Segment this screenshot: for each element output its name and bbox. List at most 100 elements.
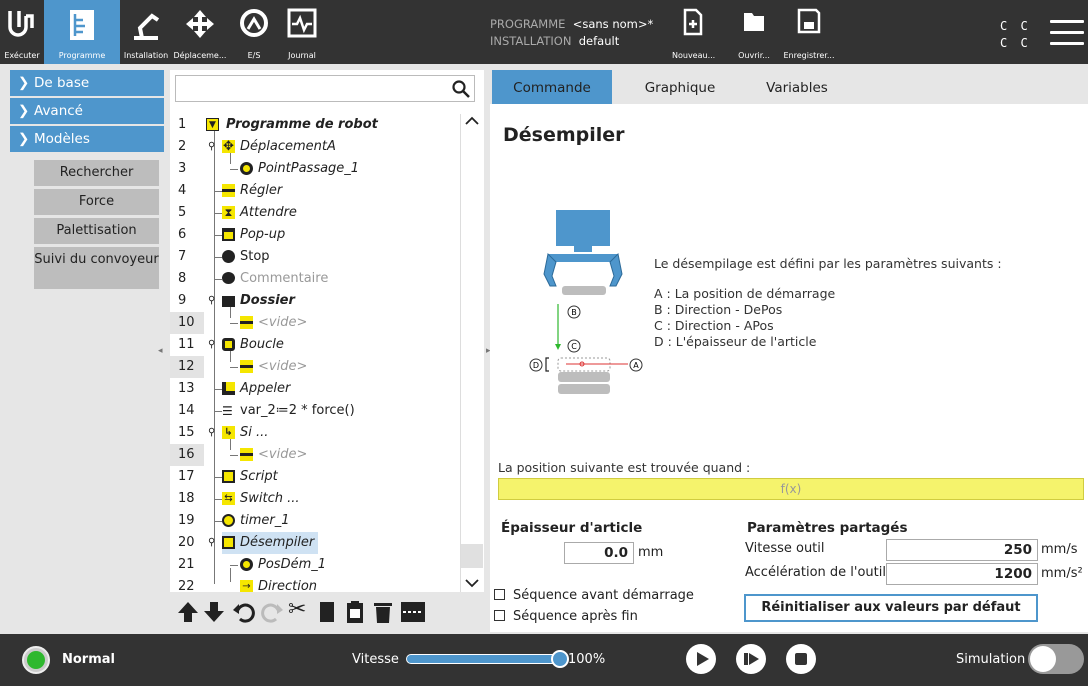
cut-icon[interactable]: ✂	[288, 597, 306, 622]
new-file-button[interactable]: Nouveau...	[672, 0, 715, 64]
checkbox-icon[interactable]	[494, 589, 505, 600]
tree-row[interactable]: 5 ⧗ Attendre	[170, 202, 460, 224]
thickness-input[interactable]: 0.0	[564, 542, 634, 564]
sidebar-header-advanced[interactable]: ❯ Avancé	[10, 98, 164, 124]
tree-scrollbar[interactable]	[460, 114, 483, 592]
paste-icon[interactable]	[344, 600, 366, 628]
nav-io[interactable]: E/S	[228, 0, 280, 64]
tree-node[interactable]: Désempiler	[222, 532, 318, 554]
play-button[interactable]	[686, 644, 716, 674]
sequence-after-checkbox[interactable]: Séquence après fin	[494, 609, 638, 624]
scrollbar-thumb[interactable]	[461, 544, 483, 568]
sidebar-header-templates[interactable]: ❯ Modèles	[10, 126, 164, 152]
tree-row[interactable]: 21 PosDém_1	[170, 554, 460, 576]
desc-intro: Le désempilage est défini par les paramè…	[654, 256, 1002, 271]
destack-description: Le désempilage est défini par les paramè…	[654, 256, 1002, 350]
nav-installation[interactable]: Installation	[120, 0, 172, 64]
save-disk-icon	[797, 8, 821, 34]
tool-speed-input[interactable]: 250	[886, 539, 1038, 561]
tab-graphics[interactable]: Graphique	[622, 70, 738, 104]
tree-row[interactable]: 7 Stop	[170, 246, 460, 268]
simulation-toggle[interactable]	[1028, 644, 1084, 674]
tree-row[interactable]: 17 Script	[170, 466, 460, 488]
stop-hand-icon	[222, 250, 235, 263]
nav-log-label: Journal	[288, 51, 316, 60]
sequence-before-checkbox[interactable]: Séquence avant démarrage	[494, 588, 694, 603]
desc-line: B : Direction - DePos	[654, 302, 783, 317]
tree-row[interactable]: 14 ☰ var_2≔2 * force()	[170, 400, 460, 422]
checkbox-icon[interactable]	[494, 610, 505, 621]
nav-program[interactable]: Programme	[44, 0, 120, 64]
move-down-icon[interactable]	[202, 600, 226, 628]
nav-move[interactable]: Déplaceme...	[172, 0, 228, 64]
chevron-down-icon[interactable]	[465, 578, 479, 588]
sidebar-header-label: Avancé	[34, 103, 83, 119]
tree-row[interactable]: 8 Commentaire	[170, 268, 460, 290]
sidebar-header-label: Modèles	[34, 131, 90, 147]
tree-row[interactable]: 1 ▼ Programme de robot	[170, 114, 460, 136]
speed-slider[interactable]	[406, 650, 569, 668]
expression-field[interactable]: f(x)	[498, 478, 1084, 500]
open-button[interactable]: Ouvrir...	[734, 0, 774, 64]
empty-icon	[240, 360, 253, 373]
nav-log[interactable]: Journal	[280, 0, 324, 64]
tree-row[interactable]: 15 ⚲ ↳ Si ...	[170, 422, 460, 444]
tree-row[interactable]: 11 ⚲ Boucle	[170, 334, 460, 356]
pin-icon: ⚲	[208, 339, 216, 350]
tree-row[interactable]: 3 PointPassage_1	[170, 158, 460, 180]
program-tree: 1 ▼ Programme de robot 2 ⚲ ✥ Déplacement…	[170, 114, 460, 592]
cc-indicator: C C C C	[1000, 18, 1031, 52]
tree-row[interactable]: 18 ⇆ Switch ...	[170, 488, 460, 510]
tree-row[interactable]: 9 ⚲ Dossier	[170, 290, 460, 312]
tree-row[interactable]: 22 → Direction	[170, 576, 460, 592]
suppress-icon[interactable]	[400, 600, 426, 628]
node-label: timer_1	[240, 513, 290, 528]
redo-icon[interactable]	[260, 600, 284, 628]
ur-logo-icon	[8, 11, 34, 37]
sidebar-item-force[interactable]: Force	[34, 189, 159, 215]
line-number: 9	[178, 293, 187, 308]
node-label: Commentaire	[240, 271, 329, 286]
move-up-icon[interactable]	[176, 600, 200, 628]
tree-row[interactable]: 16 <vide>	[170, 444, 460, 466]
triangle-down-icon: ▼	[206, 118, 219, 131]
tree-row-selected[interactable]: 20 ⚲ Désempiler	[170, 532, 460, 554]
stop-icon	[795, 653, 807, 665]
tree-row[interactable]: 4 Régler	[170, 180, 460, 202]
reset-defaults-button[interactable]: Réinitialiser aux valeurs par défaut	[744, 594, 1038, 622]
sidebar-header-basic[interactable]: ❯ De base	[10, 70, 164, 96]
line-number: 6	[178, 227, 187, 242]
tree-row[interactable]: 13 Appeler	[170, 378, 460, 400]
delete-icon[interactable]	[372, 600, 394, 628]
copy-icon[interactable]	[316, 600, 338, 628]
undo-icon[interactable]	[232, 600, 256, 628]
tree-row[interactable]: 2 ⚲ ✥ DéplacementA	[170, 136, 460, 158]
pin-icon: ⚲	[208, 141, 216, 152]
save-button[interactable]: Enregistrer...	[780, 0, 838, 64]
search-icon	[452, 80, 470, 98]
tree-connector	[214, 411, 222, 412]
tree-row[interactable]: 10 <vide>	[170, 312, 460, 334]
sidebar-item-palletizing[interactable]: Palettisation	[34, 218, 159, 244]
search-input[interactable]	[175, 75, 475, 102]
tab-variables[interactable]: Variables	[742, 70, 852, 104]
speed-slider-knob[interactable]	[551, 650, 569, 668]
next-position-label: La position suivante est trouvée quand :	[498, 460, 751, 475]
nav-run[interactable]: Exécuter	[0, 0, 44, 64]
node-label: <vide>	[258, 315, 308, 330]
tool-accel-input[interactable]: 1200	[886, 563, 1038, 585]
collapse-left-icon[interactable]: ◂	[158, 346, 168, 358]
tree-row[interactable]: 12 <vide>	[170, 356, 460, 378]
tree-row[interactable]: 6 Pop-up	[170, 224, 460, 246]
desc-line: C : Direction - APos	[654, 318, 774, 333]
tree-row[interactable]: 19 timer_1	[170, 510, 460, 532]
sidebar-item-search[interactable]: Rechercher	[34, 160, 159, 186]
sidebar-item-conveyor[interactable]: Suivi du convoyeur	[34, 247, 159, 289]
step-button[interactable]	[736, 644, 766, 674]
hamburger-menu-icon[interactable]	[1050, 20, 1084, 53]
tab-command[interactable]: Commande	[492, 70, 612, 104]
tree-connector	[230, 323, 238, 324]
chevron-up-icon[interactable]	[465, 116, 479, 126]
stop-button[interactable]	[786, 644, 816, 674]
if-icon: ↳	[222, 426, 235, 439]
